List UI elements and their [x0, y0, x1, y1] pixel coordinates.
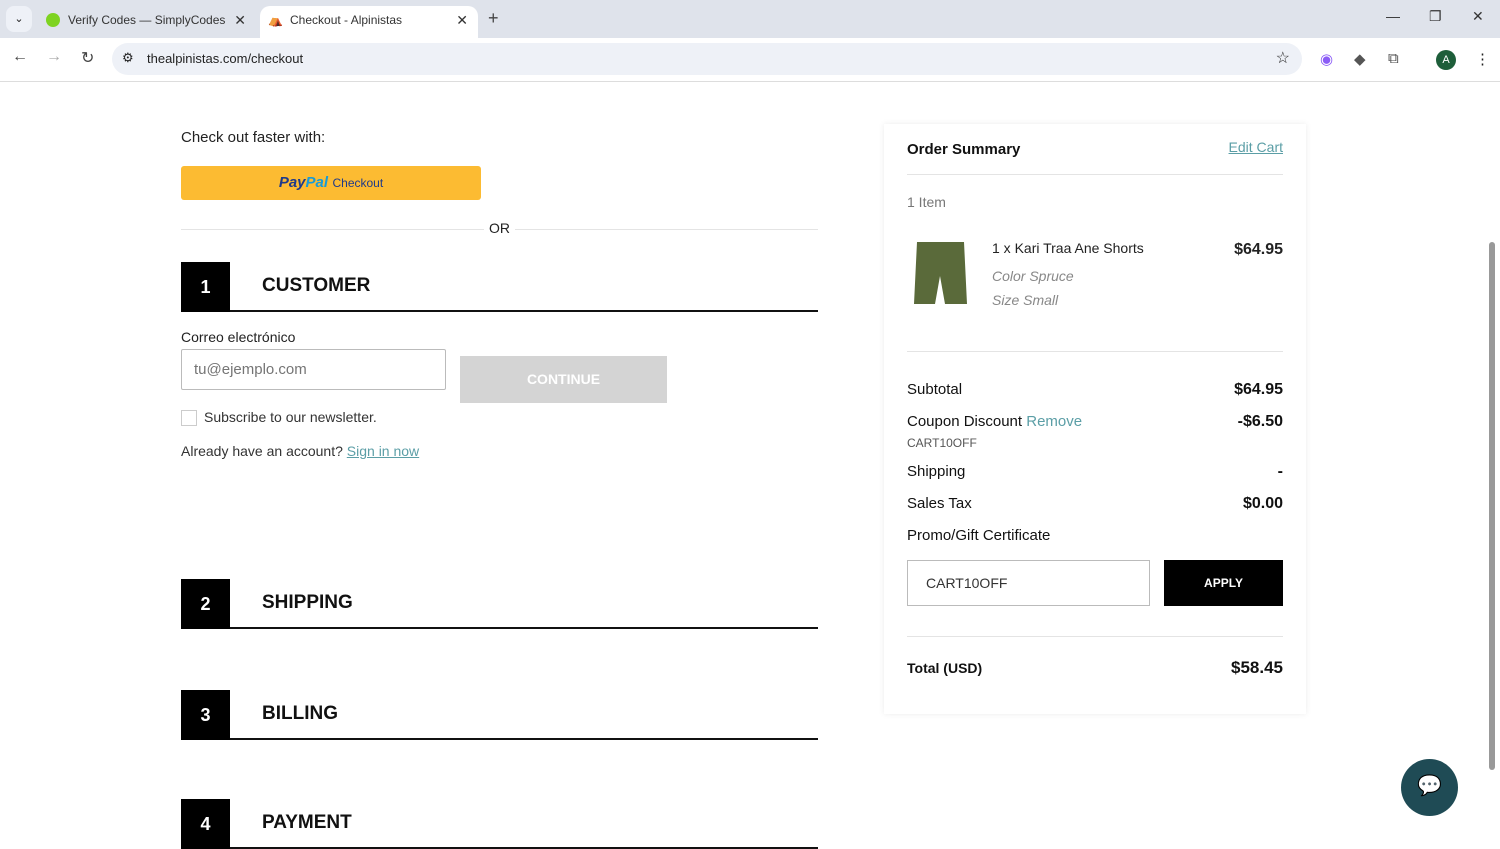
divider — [907, 174, 1283, 175]
promo-label: Promo/Gift Certificate — [907, 527, 1051, 544]
bookmark-star-icon[interactable]: ☆ — [1276, 48, 1290, 68]
total-label: Total (USD) — [907, 660, 983, 676]
subtotal-value: $64.95 — [1234, 381, 1283, 398]
coupon-row: Coupon Discount Remove -$6.50 — [907, 413, 1283, 430]
order-summary-card: Order Summary Edit Cart 1 Item 1 x Kari … — [884, 124, 1306, 714]
step-number: 1 — [181, 262, 230, 312]
account-prompt: Already have an account? Sign in now — [181, 443, 419, 459]
subtotal-row: Subtotal $64.95 — [907, 381, 1283, 398]
total-row: Total (USD) $58.45 — [907, 658, 1283, 677]
shipping-row: Shipping - — [907, 463, 1283, 480]
extensions-puzzle-icon[interactable]: ⧉ — [1388, 50, 1399, 67]
continue-button[interactable]: CONTINUE — [460, 356, 667, 403]
menu-kebab-icon[interactable]: ⋮ — [1475, 50, 1490, 68]
or-label: OR — [484, 220, 515, 236]
item-price: $64.95 — [1234, 241, 1283, 258]
checkout-page: Check out faster with: PayPal Checkout O… — [0, 82, 1500, 849]
apply-button[interactable]: APPLY — [1164, 560, 1283, 606]
email-label: Correo electrónico — [181, 329, 296, 345]
step-number: 4 — [181, 799, 230, 849]
coupon-label: Coupon Discount — [907, 413, 1023, 430]
alpinistas-favicon-icon: ⛺ — [268, 13, 283, 27]
paypal-label: Checkout — [332, 176, 384, 190]
product-thumbnail — [914, 242, 967, 306]
forward-icon[interactable]: → — [46, 48, 62, 66]
back-icon[interactable]: ← — [12, 48, 28, 66]
total-value: $58.45 — [1231, 658, 1283, 677]
subtotal-label: Subtotal — [907, 381, 963, 398]
omnibox[interactable]: ⚙ thealpinistas.com/checkout ☆ — [112, 43, 1302, 75]
restore-button[interactable]: ❐ — [1429, 8, 1442, 25]
newsletter-checkbox[interactable] — [181, 410, 197, 426]
tab-title: Checkout - Alpinistas — [290, 13, 403, 27]
step-customer: 1 CUSTOMER — [181, 262, 818, 312]
extension-icon[interactable]: ◆ — [1354, 50, 1366, 68]
tax-label: Sales Tax — [907, 495, 972, 512]
minimize-button[interactable]: — — [1386, 8, 1400, 24]
order-summary-title: Order Summary — [907, 141, 1021, 158]
step-billing[interactable]: 3 BILLING — [181, 690, 818, 740]
step-title: CUSTOMER — [262, 275, 371, 296]
tab-title: Verify Codes — SimplyCodes — [68, 13, 226, 27]
tab-bar: ⌄ Verify Codes — SimplyCodes ✕ ⛺ Checkou… — [0, 0, 1500, 38]
coupon-code: CART10OFF — [907, 436, 977, 450]
paypal-checkout-button[interactable]: PayPal Checkout — [181, 166, 481, 200]
new-tab-button[interactable]: + — [488, 8, 499, 29]
tax-value: $0.00 — [1242, 495, 1283, 512]
profile-avatar[interactable]: A — [1436, 50, 1456, 70]
chat-bubble-icon: 💬 — [1417, 775, 1442, 797]
site-info-icon[interactable]: ⚙ — [122, 50, 134, 66]
chat-button[interactable]: 💬 — [1401, 759, 1458, 816]
account-prompt-text: Already have an account? — [181, 443, 343, 459]
step-shipping[interactable]: 2 SHIPPING — [181, 579, 818, 629]
coupon-value: -$6.50 — [1237, 413, 1283, 430]
close-tab-icon[interactable]: ✕ — [234, 6, 246, 34]
item-color: Color Spruce — [992, 268, 1074, 284]
tab-checkout[interactable]: ⛺ Checkout - Alpinistas ✕ — [260, 6, 478, 38]
shipping-value: - — [1277, 463, 1283, 480]
url-text[interactable]: thealpinistas.com/checkout — [147, 51, 303, 66]
tab-simplycodes[interactable]: Verify Codes — SimplyCodes ✕ — [38, 6, 256, 38]
step-number: 3 — [181, 690, 230, 740]
step-title: PAYMENT — [262, 812, 352, 833]
tab-search-button[interactable]: ⌄ — [6, 6, 32, 32]
newsletter-label: Subscribe to our newsletter. — [204, 409, 377, 425]
sign-in-link[interactable]: Sign in now — [347, 443, 419, 459]
item-count: 1 Item — [907, 194, 946, 210]
step-title: BILLING — [262, 703, 338, 724]
reload-icon[interactable]: ↻ — [81, 48, 94, 68]
simplycodes-favicon-icon — [46, 13, 60, 27]
divider — [907, 636, 1283, 637]
edit-cart-link[interactable]: Edit Cart — [1229, 139, 1283, 155]
item-size: Size Small — [992, 292, 1059, 308]
step-payment[interactable]: 4 PAYMENT — [181, 799, 818, 849]
promo-input[interactable]: CART10OFF — [907, 560, 1150, 606]
address-bar-row: ← → ↻ ⚙ thealpinistas.com/checkout ☆ ◉ ◆… — [0, 38, 1500, 82]
scrollbar[interactable] — [1489, 242, 1495, 770]
divider — [907, 351, 1283, 352]
remove-coupon-link[interactable]: Remove — [1026, 413, 1082, 430]
paypal-logo: PayPal — [278, 174, 329, 191]
tax-row: Sales Tax $0.00 — [907, 495, 1283, 512]
email-input[interactable] — [181, 349, 446, 390]
shipping-label: Shipping — [907, 463, 966, 480]
item-name: 1 x Kari Traa Ane Shorts — [992, 240, 1144, 256]
close-window-button[interactable]: ✕ — [1472, 8, 1484, 25]
checkout-faster-label: Check out faster with: — [181, 129, 326, 146]
close-tab-icon[interactable]: ✕ — [456, 6, 468, 34]
step-title: SHIPPING — [262, 592, 353, 613]
extension-icon[interactable]: ◉ — [1320, 50, 1333, 68]
step-number: 2 — [181, 579, 230, 629]
